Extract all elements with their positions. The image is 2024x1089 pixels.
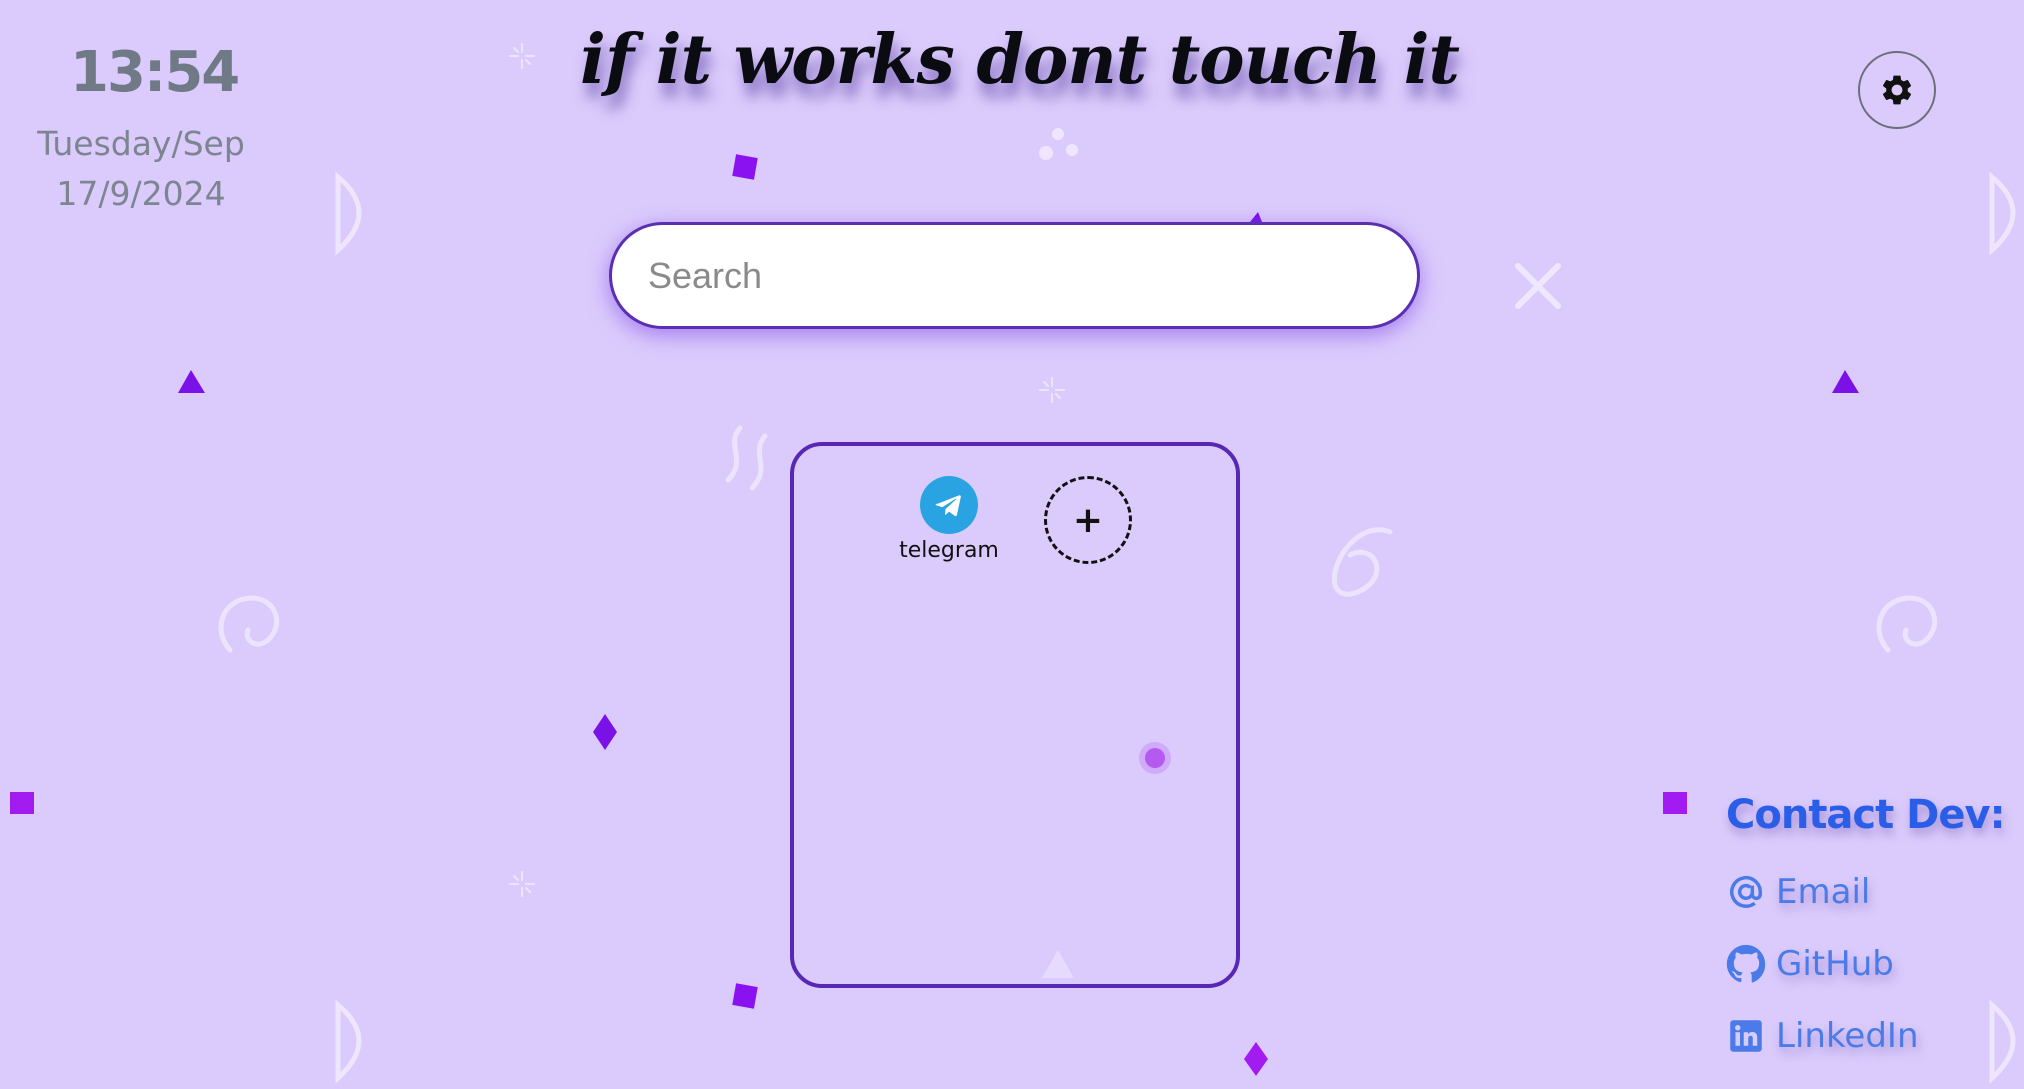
confetti-square-icon: [1663, 792, 1687, 814]
squiggle-icon: [1331, 527, 1393, 597]
swirl-icon: [1876, 595, 1938, 653]
contact-email-link[interactable]: Email: [1726, 872, 1870, 912]
contact-linkedin-link[interactable]: LinkedIn: [1726, 1016, 1919, 1056]
app-tile-telegram[interactable]: telegram: [894, 476, 1004, 563]
confetti-triangle-icon: [1832, 370, 1859, 393]
contact-github-link[interactable]: GitHub: [1726, 944, 1894, 984]
contact-title: Contact Dev:: [1726, 792, 2006, 838]
confetti-square-icon: [732, 983, 758, 1009]
sparkle-icon: [509, 871, 535, 897]
confetti-triangle-icon: [178, 370, 205, 393]
sparkle-icon: [509, 43, 535, 69]
dots-icon: [1052, 128, 1064, 140]
squiggle-icon: [725, 425, 743, 483]
swirl-icon: [218, 595, 280, 653]
contact-linkedin-label: LinkedIn: [1776, 1016, 1919, 1056]
page-title: if it works dont touch it: [580, 20, 1460, 100]
half-moon-icon: [335, 171, 362, 256]
contact-email-label: Email: [1776, 872, 1871, 912]
search-input[interactable]: [609, 222, 1420, 329]
confetti-diamond-icon: [1244, 1042, 1268, 1076]
squiggle-icon: [749, 433, 768, 491]
half-moon-icon: [335, 999, 362, 1084]
github-icon: [1726, 944, 1766, 984]
confetti-diamond-icon: [593, 714, 617, 750]
apps-panel: telegram +: [790, 442, 1240, 988]
contact-github-label: GitHub: [1776, 944, 1894, 984]
confetti-triangle-icon: [1250, 212, 1262, 222]
clock-date: 17/9/2024: [56, 174, 226, 213]
telegram-icon: [920, 476, 978, 534]
confetti-square-icon: [10, 792, 34, 814]
clock-day-month: Tuesday/Sep: [37, 124, 245, 163]
sparkle-icon: [1039, 377, 1065, 403]
half-moon-icon: [1989, 171, 2016, 256]
gear-icon: [1882, 75, 1912, 105]
settings-button[interactable]: [1858, 51, 1936, 129]
add-app-button[interactable]: +: [1044, 476, 1132, 564]
linkedin-icon: [1726, 1016, 1766, 1056]
confetti-square-icon: [732, 154, 758, 180]
clock-time: 13:54: [70, 40, 240, 105]
at-icon: [1726, 872, 1766, 912]
x-mark-icon: [1515, 263, 1561, 309]
app-label: telegram: [899, 538, 999, 563]
half-moon-icon: [1989, 999, 2016, 1084]
